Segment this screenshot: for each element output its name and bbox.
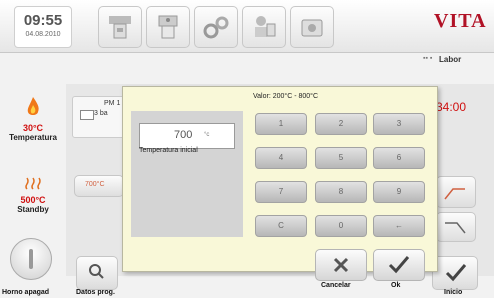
checkmark-icon xyxy=(388,256,410,274)
key-0[interactable]: 0 xyxy=(315,215,367,237)
power-label: Horno apagad xyxy=(2,289,50,296)
value-range-label: Valor: 200°C - 800°C xyxy=(253,93,318,100)
key-3[interactable]: 3 xyxy=(373,113,425,135)
standby-value: 500°C xyxy=(20,195,46,205)
key-clear[interactable]: C xyxy=(255,215,307,237)
key-2[interactable]: 2 xyxy=(315,113,367,135)
user-service-icon xyxy=(255,16,276,37)
ok-button[interactable] xyxy=(373,249,425,281)
program-temp-button[interactable]: 700°C xyxy=(74,175,124,197)
key-backspace[interactable]: ← xyxy=(373,215,425,237)
temperature-label: Temperatura xyxy=(9,133,57,142)
clock-date: 04.08.2010 xyxy=(25,31,61,38)
key-5[interactable]: 5 xyxy=(315,147,367,169)
heat-waves-icon xyxy=(25,177,41,190)
program-data-label: Datos prog. xyxy=(76,289,115,296)
brand-logo: VITA xyxy=(434,10,487,32)
program-time: 34:00 xyxy=(436,100,467,114)
camera-icon xyxy=(301,19,323,37)
standby-label: Standby xyxy=(17,205,49,214)
top-bar: 09:55 04.08.2010 VITA xyxy=(0,0,494,53)
curve-up-icon xyxy=(444,188,465,200)
clock-display: 09:55 04.08.2010 xyxy=(14,6,72,48)
numeric-input-dialog: Valor: 200°C - 800°C 700 °c Temperatura … xyxy=(122,86,438,289)
cancel-label: Cancelar xyxy=(321,282,351,289)
program-sub: 3 ba xyxy=(94,110,108,117)
tab-settings[interactable] xyxy=(194,6,238,48)
temperature-input-unit: °c xyxy=(204,132,210,138)
firing-chamber-icon xyxy=(109,16,131,39)
temperature-value: 30°C xyxy=(22,123,44,133)
curve-down-icon xyxy=(445,222,466,234)
tab-service[interactable] xyxy=(242,6,286,48)
furnace-head-icon xyxy=(158,15,178,39)
tab-furnace[interactable] xyxy=(146,6,190,48)
ok-label: Ok xyxy=(391,282,401,289)
cancel-button[interactable] xyxy=(315,249,367,281)
clock-time: 09:55 xyxy=(23,12,63,29)
temperature-input-label: Temperatura inicial xyxy=(139,147,198,154)
settings-gears-icon xyxy=(203,16,229,39)
power-switch-icon xyxy=(29,249,33,269)
tab-camera[interactable] xyxy=(290,6,334,48)
magnifier-icon xyxy=(89,264,104,279)
start-button[interactable] xyxy=(432,256,478,290)
power-button[interactable] xyxy=(10,238,52,280)
key-4[interactable]: 4 xyxy=(255,147,307,169)
flame-icon xyxy=(27,97,39,115)
curve-up-button[interactable] xyxy=(436,176,476,208)
key-1[interactable]: 1 xyxy=(255,113,307,135)
key-6[interactable]: 6 xyxy=(373,147,425,169)
program-name: PM 1 xyxy=(104,100,121,107)
temperature-indicator: 30°C Temperatura xyxy=(0,96,66,142)
temperature-input[interactable]: 700 °c xyxy=(139,123,235,149)
key-9[interactable]: 9 xyxy=(373,181,425,203)
temperature-input-value: 700 xyxy=(174,129,193,141)
program-tray-icon xyxy=(80,110,94,120)
program-data-button[interactable] xyxy=(76,256,118,290)
start-label: Inicio xyxy=(444,289,463,296)
checkmark-icon xyxy=(445,264,467,282)
labor-label: Labor xyxy=(439,55,462,64)
close-icon xyxy=(333,257,349,273)
standby-indicator: 500°C Standby xyxy=(0,176,66,214)
tab-firing[interactable] xyxy=(98,6,142,48)
program-temp-value: 700°C xyxy=(85,181,105,188)
curve-down-button[interactable] xyxy=(436,212,476,242)
key-8[interactable]: 8 xyxy=(315,181,367,203)
status-indicators-icon: ▪▪ ▪ xyxy=(423,55,433,62)
key-7[interactable]: 7 xyxy=(255,181,307,203)
